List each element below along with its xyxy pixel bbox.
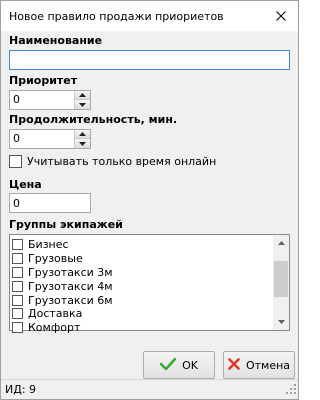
priority-down-button[interactable] <box>75 100 90 109</box>
priority-label: Приоритет <box>9 74 78 87</box>
arrow-down-icon <box>79 141 86 146</box>
priority-value[interactable]: 0 <box>13 93 20 106</box>
close-button[interactable] <box>264 1 298 31</box>
crew-groups-list[interactable]: Бизнес Грузовые Грузотакси 3м Грузотакси 4м… <box>9 234 290 334</box>
title-bar: Новое правило продажи приориетов <box>1 1 298 31</box>
duration-value[interactable]: 0 <box>13 132 20 145</box>
name-input[interactable] <box>9 50 290 70</box>
price-input[interactable] <box>9 193 91 213</box>
cancel-button[interactable]: Отмена <box>223 351 295 379</box>
scroll-up-button[interactable] <box>273 235 289 251</box>
arrow-up-icon <box>79 132 86 136</box>
crew-group-label: Комфорт <box>28 321 81 335</box>
duration-up-button[interactable] <box>75 130 90 139</box>
duration-label: Продолжительность, мин. <box>9 113 178 126</box>
list-item[interactable]: Бизнес <box>12 238 274 252</box>
window-title: Новое правило продажи приориетов <box>9 10 224 23</box>
ok-button[interactable]: OK <box>143 351 215 379</box>
status-id: ИД: 9 <box>5 383 37 396</box>
crew-group-label: Бизнес <box>28 238 69 252</box>
crew-group-label: Грузотакси 6м <box>28 293 113 307</box>
list-item[interactable]: Грузовые <box>12 252 274 266</box>
cancel-label: Отмена <box>245 358 291 372</box>
close-icon <box>276 11 286 21</box>
list-item[interactable]: Грузотакси 3м <box>12 266 274 280</box>
crew-group-checkbox[interactable] <box>12 253 23 265</box>
resize-grip-icon[interactable] <box>286 384 296 397</box>
crew-group-label: Грузовые <box>28 252 83 266</box>
crew-group-checkbox[interactable] <box>12 239 23 251</box>
list-scrollbar[interactable] <box>273 235 289 330</box>
scroll-thumb[interactable] <box>274 261 288 297</box>
online-only-label: Учитывать только время онлайн <box>27 155 217 168</box>
dialog-window: Новое правило продажи приориетов Наимено… <box>0 0 299 400</box>
crew-groups-label: Группы экипажей <box>9 218 123 231</box>
cross-icon <box>228 357 246 373</box>
priority-spinner[interactable]: 0 <box>9 90 91 110</box>
scroll-down-button[interactable] <box>273 314 289 330</box>
duration-spinner[interactable]: 0 <box>9 129 91 149</box>
name-label: Наименование <box>9 34 103 47</box>
arrow-up-icon <box>79 93 86 97</box>
crew-group-checkbox[interactable] <box>12 294 23 306</box>
price-label: Цена <box>9 178 42 191</box>
crew-group-checkbox[interactable] <box>12 280 23 292</box>
list-item[interactable]: Комфорт <box>12 321 274 335</box>
scroll-up-icon <box>277 241 285 245</box>
crew-group-label: Доставка <box>28 307 83 321</box>
list-item[interactable]: Доставка <box>12 307 274 321</box>
crew-group-checkbox[interactable] <box>12 266 23 278</box>
checkmark-icon <box>159 357 182 373</box>
duration-down-button[interactable] <box>75 139 90 148</box>
arrow-down-icon <box>79 102 86 107</box>
crew-group-label: Грузотакси 4м <box>28 279 113 293</box>
ok-label: OK <box>182 358 198 372</box>
list-item[interactable]: Грузотакси 4м <box>12 279 274 293</box>
status-bar: ИД: 9 <box>1 379 298 399</box>
crew-group-checkbox[interactable] <box>12 322 23 334</box>
online-only-checkbox[interactable] <box>9 155 22 168</box>
list-item[interactable]: Грузотакси 6м <box>12 293 274 307</box>
online-only-checkbox-row[interactable]: Учитывать только время онлайн <box>9 155 216 168</box>
priority-up-button[interactable] <box>75 91 90 100</box>
crew-group-checkbox[interactable] <box>12 308 23 320</box>
scroll-down-icon <box>277 320 285 324</box>
crew-group-label: Грузотакси 3м <box>28 265 113 279</box>
